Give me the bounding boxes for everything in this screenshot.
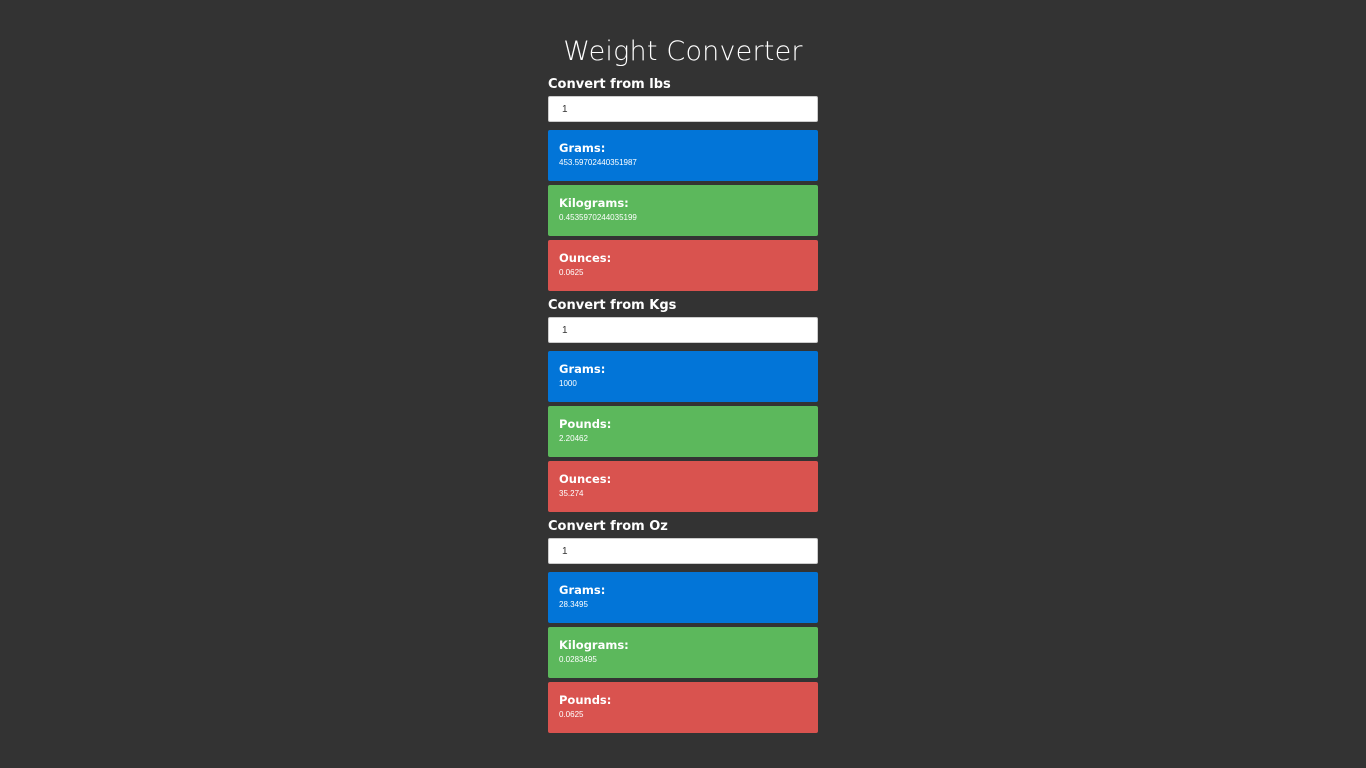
card-value: 0.0283495 [559, 655, 597, 664]
lbs-section-label: Convert from lbs [548, 77, 671, 92]
card-title: Ounces: [559, 251, 612, 265]
oz-pounds-card: Pounds: 0.0625 [548, 682, 818, 733]
oz-section-label: Convert from Oz [548, 519, 668, 534]
card-value: 0.4535970244035199 [559, 213, 637, 222]
card-value: 0.0625 [559, 710, 584, 719]
card-title: Pounds: [559, 417, 612, 431]
oz-section: Convert from Oz Grams: 28.3495 Kilograms… [548, 516, 818, 733]
card-title: Grams: [559, 141, 606, 155]
card-title: Grams: [559, 362, 606, 376]
kgs-section-label: Convert from Kgs [548, 298, 677, 313]
kgs-ounces-card: Ounces: 35.274 [548, 461, 818, 512]
kgs-section: Convert from Kgs Grams: 1000 Pounds: 2.2… [548, 295, 818, 512]
card-value: 2.20462 [559, 434, 588, 443]
card-title: Kilograms: [559, 196, 629, 210]
converter-container: Weight Converter Convert from lbs Grams:… [548, 32, 818, 737]
oz-input[interactable] [548, 538, 818, 564]
card-title: Pounds: [559, 693, 612, 707]
lbs-kilograms-card: Kilograms: 0.4535970244035199 [548, 185, 818, 236]
card-title: Ounces: [559, 472, 612, 486]
kgs-input[interactable] [548, 317, 818, 343]
lbs-input[interactable] [548, 96, 818, 122]
card-value: 28.3495 [559, 600, 588, 609]
page-title: Weight Converter [563, 36, 803, 67]
oz-grams-card: Grams: 28.3495 [548, 572, 818, 623]
oz-kilograms-card: Kilograms: 0.0283495 [548, 627, 818, 678]
kgs-pounds-card: Pounds: 2.20462 [548, 406, 818, 457]
card-title: Grams: [559, 583, 606, 597]
card-value: 1000 [559, 379, 577, 388]
card-value: 0.0625 [559, 268, 584, 277]
card-title: Kilograms: [559, 638, 629, 652]
card-value: 453.59702440351987 [559, 158, 637, 167]
lbs-grams-card: Grams: 453.59702440351987 [548, 130, 818, 181]
card-value: 35.274 [559, 489, 584, 498]
lbs-ounces-card: Ounces: 0.0625 [548, 240, 818, 291]
kgs-grams-card: Grams: 1000 [548, 351, 818, 402]
lbs-section: Convert from lbs Grams: 453.597024403519… [548, 74, 818, 291]
